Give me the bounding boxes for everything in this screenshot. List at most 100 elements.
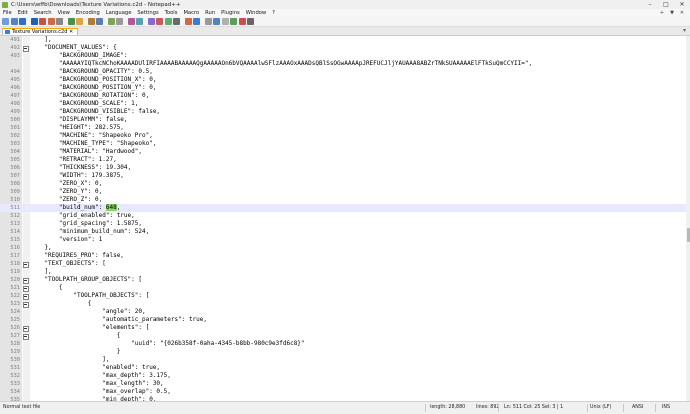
code-line[interactable]: 508 "ZERO_X": 0, [0,180,686,188]
minimize-button[interactable]: – [642,0,658,9]
tab-list-icon[interactable]: ▼ [667,9,677,17]
code-line[interactable]: 512 "grid_enabled": true, [0,212,686,220]
code-line[interactable]: 520 "TOOLPATH_GROUP_OBJECTS": [ [0,276,686,284]
code-line[interactable]: 525 "automatic_parameters": true, [0,316,686,324]
fold-toggle-icon[interactable] [23,276,29,284]
menu-item-help[interactable]: ? [269,10,278,16]
tab-list-chevron-icon[interactable]: ▾ [683,27,686,35]
menu-item-search[interactable]: Search [31,10,55,16]
menu-item-tools[interactable]: Tools [162,10,181,16]
toolbar-button-icon[interactable] [204,18,212,25]
menu-item-file[interactable]: File [0,10,15,16]
code-line[interactable]: 513 "grid_spacing": 1.5875, [0,220,686,228]
toolbar-button-icon[interactable] [127,18,135,25]
code-line[interactable]: 496 "BACKGROUND_POSITION_Y": 0, [0,84,686,92]
scrollbar-thumb[interactable] [686,228,690,242]
code-line[interactable]: 519 ], [0,268,686,276]
code-line[interactable]: 524 "angle": 20, [0,308,686,316]
code-line[interactable]: 523 { [0,300,686,308]
vertical-scrollbar[interactable] [686,36,690,401]
code-line[interactable]: 516 }, [0,244,686,252]
code-line[interactable]: 501 "HEIGHT": 282.575, [0,124,686,132]
code-line[interactable]: 533 "max_length": 30, [0,380,686,388]
code-line[interactable]: 526 "elements": [ [0,324,686,332]
toolbar-button-icon[interactable] [213,18,220,25]
tab-texture-variations[interactable]: Texture Variations.c2d ✕ [2,28,79,35]
close-doc-icon[interactable]: ✕ [677,9,687,17]
menu-item-language[interactable]: Language [103,10,135,16]
toolbar-button-icon[interactable] [87,18,95,25]
selected-text[interactable]: 648 [105,204,117,211]
toolbar-button-icon[interactable] [2,18,9,25]
toolbar-button-icon[interactable] [19,18,26,25]
code-line[interactable]: 515 "version": 1 [0,236,686,244]
fold-toggle-icon[interactable] [23,324,29,332]
toolbar-button-icon[interactable] [10,18,18,25]
toolbar-button-icon[interactable] [193,18,200,25]
code-line[interactable]: 505 "RETRACT": 1.27, [0,156,686,164]
toolbar-button-icon[interactable] [96,18,103,25]
code-line[interactable]: 509 "ZERO_Y": 0, [0,188,686,196]
code-line[interactable]: 499 "BACKGROUND_VISIBLE": false, [0,108,686,116]
code-line[interactable]: 532 "max_depth": 3.175, [0,372,686,380]
toolbar-button-icon[interactable] [136,18,143,25]
toolbar-button-icon[interactable] [164,18,172,25]
toolbar-button-icon[interactable] [116,18,123,25]
code-line[interactable]: 504 "MATERIAL": "Hardwood", [0,148,686,156]
code-line[interactable]: 500 "DISPLAYMM": false, [0,116,686,124]
toolbar-button-icon[interactable] [39,18,46,25]
toolbar-button-icon[interactable] [30,18,38,25]
fold-toggle-icon[interactable] [23,284,29,292]
code-line[interactable]: 534 "max_overlap": 0.5, [0,388,686,396]
toolbar-button-icon[interactable] [156,18,163,25]
menu-item-settings[interactable]: Settings [134,10,161,16]
toolbar-button-icon[interactable] [107,18,115,25]
new-tab-icon[interactable]: + [657,9,667,17]
fold-toggle-icon[interactable] [23,292,29,300]
code-line[interactable]: 514 "minimum_build_num": 524, [0,228,686,236]
code-line[interactable]: 521 { [0,284,686,292]
code-line[interactable]: 491 ], [0,36,686,44]
code-line[interactable]: 492 "DOCUMENT_VALUES": { [0,44,686,52]
status-eol[interactable]: Unix (LF) [590,405,611,410]
code-line[interactable]: 511 "build_num": 648, [0,204,686,212]
toolbar-button-icon[interactable] [56,18,63,25]
fold-toggle-icon[interactable] [23,332,29,340]
editor-area[interactable]: 491 ], 492 "DOCUMENT_VALUES": {493 "BACKG… [0,36,690,401]
menu-item-edit[interactable]: Edit [15,10,31,16]
toolbar-button-icon[interactable] [238,18,246,25]
code-line[interactable]: 494 "BACKGROUND_OPACITY": 0.5, [0,68,686,76]
code-line[interactable]: 507 "WIDTH": 179.3875, [0,172,686,180]
code-line[interactable]: 517 "REQUIRES_PRO": false, [0,252,686,260]
code-line[interactable]: 529 } [0,348,686,356]
menu-item-run[interactable]: Run [202,10,218,16]
fold-toggle-icon[interactable] [23,300,29,308]
code-line[interactable]: 503 "MACHINE_TYPE": "Shapeoko", [0,140,686,148]
code-line[interactable]: 495 "BACKGROUND_POSITION_X": 0, [0,76,686,84]
toolbar-button-icon[interactable] [221,18,229,25]
status-encoding[interactable]: ANSI [632,405,643,410]
code-line[interactable]: 527 { [0,332,686,340]
menu-item-macro[interactable]: Macro [180,10,202,16]
code-line[interactable]: 506 "THICKNESS": 19.304, [0,164,686,172]
menu-item-view[interactable]: View [55,10,73,16]
code-line[interactable]: 522 "TOOLPATH_OBJECTS": [ [0,292,686,300]
code-line[interactable]: 498 "BACKGROUND_SCALE": 1, [0,100,686,108]
code-line[interactable]: 510 "ZERO_Z": 0, [0,196,686,204]
menu-item-window[interactable]: Window [243,10,269,16]
status-insert-mode[interactable]: INS [662,405,670,410]
code-line[interactable]: 531 "enabled": true, [0,364,686,372]
close-button[interactable]: ✕ [674,0,690,9]
toolbar-button-icon[interactable] [184,18,192,25]
toolbar-button-icon[interactable] [147,18,155,25]
toolbar-button-icon[interactable] [76,18,83,25]
code-line[interactable]: 493 "BACKGROUND_IMAGE": [0,52,686,60]
toolbar-button-icon[interactable] [67,18,75,25]
toolbar-button-icon[interactable] [173,18,180,25]
fold-toggle-icon[interactable] [23,260,29,268]
code-line[interactable]: 530 ], [0,356,686,364]
menu-item-plugins[interactable]: Plugins [218,10,243,16]
code-line[interactable]: 502 "MACHINE": "Shapeoko Pro", [0,132,686,140]
fold-toggle-icon[interactable] [23,44,29,52]
code-line[interactable]: 528 "uuid": "{026b358f-0aha-4345-b8bb-98… [0,340,686,348]
